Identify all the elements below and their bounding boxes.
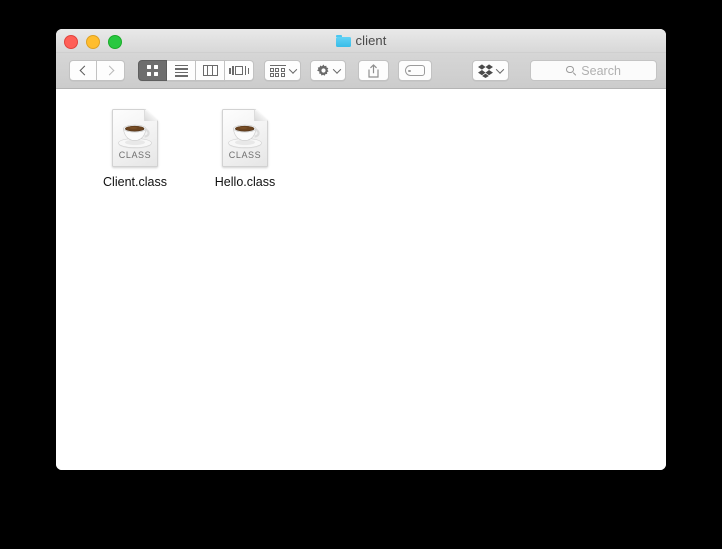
- zoom-button[interactable]: [108, 35, 122, 49]
- arrange-by-button[interactable]: [264, 60, 302, 81]
- back-button[interactable]: [69, 60, 97, 81]
- file-item[interactable]: CLASS Hello.class: [190, 103, 300, 190]
- forward-button[interactable]: [97, 60, 125, 81]
- chevron-down-icon: [495, 64, 505, 74]
- view-mode-icon-button[interactable]: [138, 60, 167, 81]
- share-icon: [368, 63, 379, 78]
- search-icon: [566, 65, 577, 77]
- file-type-badge: CLASS: [118, 150, 152, 160]
- chevron-down-icon: [288, 64, 297, 74]
- coverflow-icon: [229, 65, 249, 77]
- dropbox-button[interactable]: [471, 60, 510, 81]
- list-icon: [174, 64, 188, 77]
- close-button[interactable]: [64, 35, 78, 49]
- file-grid: CLASS Client.class CLASS Hello.class: [56, 103, 666, 190]
- gear-icon: [316, 64, 330, 77]
- window-title: client: [355, 33, 387, 48]
- finder-window: client Search CLASS Client.class CLASS H…: [56, 29, 666, 470]
- file-item[interactable]: CLASS Client.class: [80, 103, 190, 190]
- coffee-cup-document-icon: CLASS: [222, 109, 268, 167]
- file-name-label: Hello.class: [214, 175, 276, 189]
- file-browser-content[interactable]: CLASS Client.class CLASS Hello.class: [56, 89, 666, 470]
- window-titlebar[interactable]: client: [56, 29, 666, 53]
- view-mode-segmented-control: [138, 60, 254, 81]
- share-button[interactable]: [358, 60, 389, 81]
- folder-icon: [335, 34, 351, 47]
- action-menu-button[interactable]: [310, 60, 347, 81]
- view-mode-list-button[interactable]: [167, 60, 196, 81]
- desktop-background: client Search CLASS Client.class CLASS H…: [0, 0, 722, 549]
- tag-icon: [404, 65, 425, 76]
- minimize-button[interactable]: [86, 35, 100, 49]
- arrange-icon: [269, 64, 286, 77]
- traffic-light-group: [64, 35, 122, 49]
- dropbox-icon: [478, 63, 493, 78]
- coffee-cup-document-icon: CLASS: [112, 109, 158, 167]
- file-type-badge: CLASS: [228, 150, 262, 160]
- edit-tags-button[interactable]: [397, 60, 432, 81]
- navigation-buttons: [69, 60, 125, 81]
- view-mode-column-button[interactable]: [196, 60, 225, 81]
- chevron-left-icon: [79, 65, 89, 76]
- file-name-label: Client.class: [103, 175, 167, 189]
- finder-toolbar: Search: [56, 53, 666, 89]
- view-mode-gallery-button[interactable]: [225, 60, 254, 81]
- columns-icon: [202, 65, 218, 76]
- chevron-right-icon: [104, 65, 115, 76]
- search-input[interactable]: Search: [530, 60, 657, 81]
- window-title-group: client: [56, 29, 666, 52]
- grid-icon: [147, 65, 158, 76]
- chevron-down-icon: [332, 64, 342, 74]
- search-placeholder: Search: [581, 63, 621, 78]
